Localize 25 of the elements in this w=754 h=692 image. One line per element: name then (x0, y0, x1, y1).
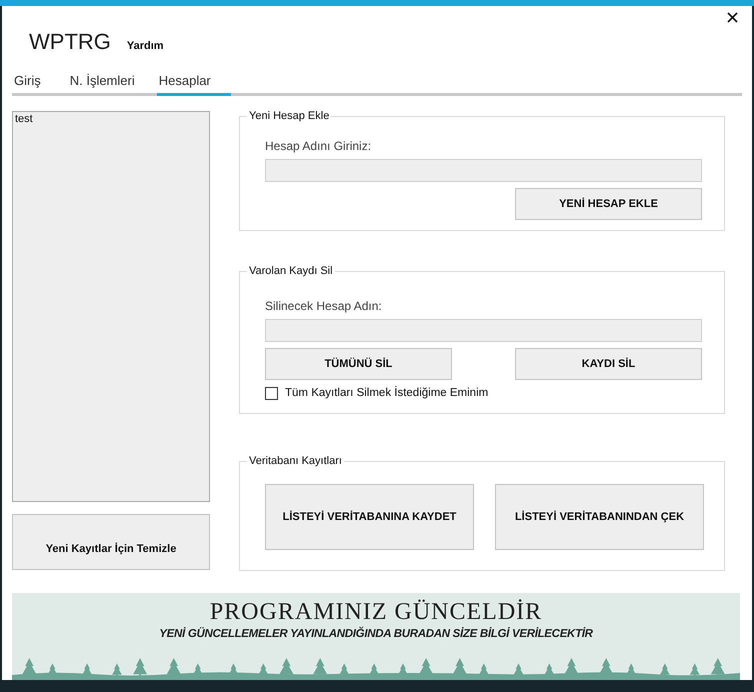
group-title: Yeni Hesap Ekle (247, 110, 332, 122)
database-button[interactable]: LİSTEYİ VERİTABANINA KAYDET (265, 484, 474, 550)
banner-subtitle: YENİ GÜNCELLEMELER YAYINLANDIĞINDA BURADAN SİZE BİLGİ VERİLECEKTİR (159, 628, 593, 640)
database-button[interactable]: LİSTEYİ VERİTABANINDAN ÇEK (495, 484, 704, 550)
tab[interactable]: Giriş (12, 70, 43, 96)
tab[interactable]: Hesaplar (156, 70, 231, 96)
delete-button[interactable]: TÜMÜNÜ SİL (265, 348, 452, 380)
delete-button[interactable]: KAYDI SİL (515, 348, 702, 380)
checkbox[interactable] (265, 386, 278, 400)
clear-button[interactable]: Yeni Kayıtlar İçin Temizle (12, 514, 210, 570)
accounts-listbox[interactable]: test (12, 110, 210, 502)
add-account-button[interactable]: YENİ HESAP EKLE (515, 188, 702, 220)
close-icon[interactable] (727, 12, 738, 23)
help-menu[interactable]: Yardım (126, 40, 164, 52)
field-label: Hesap Adını Giriniz: (265, 138, 372, 155)
checkbox-label: Tüm Kayıtları Silmek İstediğime Eminim (285, 387, 488, 400)
input-field[interactable] (265, 318, 702, 342)
group-title: Varolan Kaydı Sil (247, 264, 335, 277)
app-title: WPTRG (29, 29, 111, 55)
list-item[interactable]: test (15, 112, 207, 125)
group-title: Veritabanı Kayıtları (247, 454, 344, 467)
input-field[interactable] (265, 158, 702, 182)
field-label: Silinecek Hesap Adın: (265, 298, 383, 315)
tab[interactable]: N. İşlemleri (66, 70, 147, 96)
banner-title: PROGRAMINIZ GÜNCELDİR (210, 598, 542, 626)
